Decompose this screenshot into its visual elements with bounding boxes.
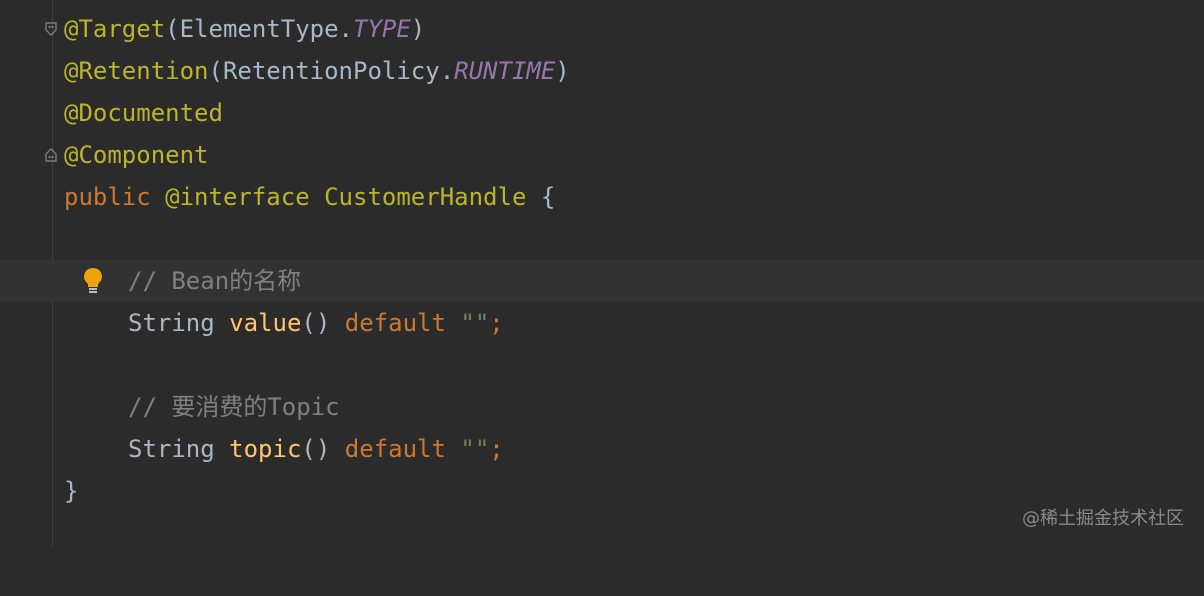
code-line: // 要消费的Topic — [0, 386, 1204, 428]
paren: ) — [410, 15, 426, 43]
class-ref: RetentionPolicy. — [222, 57, 455, 85]
comment: // Bean的名称 — [128, 267, 302, 295]
constant: RUNTIME — [454, 57, 556, 85]
keyword-interface: @interface — [165, 183, 310, 211]
code-line: String topic() default ""; — [0, 428, 1204, 470]
line-content: @Documented — [64, 92, 223, 134]
keyword: public — [64, 183, 151, 211]
type-declaration: CustomerHandle — [324, 183, 527, 211]
type: String — [128, 435, 215, 463]
line-content: // 要消费的Topic — [128, 386, 340, 428]
annotation: @Target — [64, 15, 166, 43]
line-content: String value() default ""; — [128, 302, 504, 344]
line-content: @Retention(RetentionPolicy.RUNTIME) — [64, 50, 570, 92]
string-literal: "" — [460, 309, 490, 337]
code-line: @Component — [0, 134, 1204, 176]
code-editor[interactable]: @Target(ElementType.TYPE) @Retention(Ret… — [0, 0, 1204, 546]
line-content: public @interface CustomerHandle { — [64, 176, 555, 218]
keyword: default — [344, 435, 446, 463]
line-content: } — [64, 470, 78, 512]
code-line: public @interface CustomerHandle { — [0, 176, 1204, 218]
keyword: default — [344, 309, 446, 337]
constant: TYPE — [353, 15, 411, 43]
semicolon: ; — [489, 435, 504, 463]
brace: } — [64, 477, 79, 505]
line-content: // Bean的名称 — [128, 260, 301, 302]
annotation: @Documented — [64, 99, 223, 127]
brace: { — [526, 183, 556, 211]
semicolon: ; — [489, 309, 504, 337]
paren: ( — [165, 15, 180, 43]
lightbulb-icon[interactable] — [80, 260, 106, 302]
code-line: @Documented — [0, 92, 1204, 134]
line-content: @Component — [64, 134, 209, 176]
annotation: @Component — [64, 141, 209, 169]
paren: ( — [208, 57, 223, 85]
method-name: value — [229, 309, 302, 337]
parens: () — [301, 435, 331, 463]
type: String — [128, 309, 215, 337]
code-line: @Target(ElementType.TYPE) — [0, 8, 1204, 50]
comment: // 要消费的Topic — [128, 393, 340, 421]
code-line-current: // Bean的名称 — [0, 260, 1204, 302]
code-line: @Retention(RetentionPolicy.RUNTIME) — [0, 50, 1204, 92]
code-line: String value() default ""; — [0, 302, 1204, 344]
annotation: @Retention — [64, 57, 209, 85]
method-name: topic — [229, 435, 302, 463]
string-literal: "" — [460, 435, 490, 463]
parens: () — [301, 309, 331, 337]
line-content: String topic() default ""; — [128, 428, 504, 470]
class-ref: ElementType. — [179, 15, 353, 43]
paren: ) — [555, 57, 570, 85]
line-content: @Target(ElementType.TYPE) — [64, 8, 425, 50]
watermark: @稀土掘金技术社区 — [1022, 508, 1184, 529]
